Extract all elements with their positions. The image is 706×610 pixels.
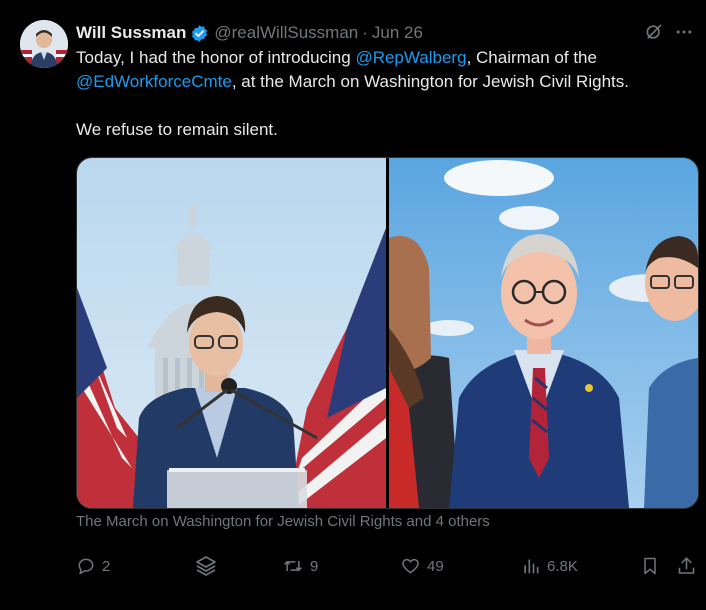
header-actions: [644, 22, 694, 47]
tweet-actions-bar: 2 9 49 6.8K: [76, 553, 698, 579]
mention-link[interactable]: @EdWorkforceCmte: [76, 72, 232, 91]
views-icon: [521, 556, 541, 576]
grok-icon[interactable]: [644, 22, 664, 47]
reply-icon: [76, 556, 96, 576]
more-icon[interactable]: [674, 22, 694, 47]
media-grid: [76, 157, 699, 509]
tweet-header: Will Sussman @realWillSussman · Jun 26: [76, 22, 423, 44]
author-handle[interactable]: @realWillSussman: [214, 23, 358, 43]
text-segment: , Chairman of the: [466, 48, 597, 67]
text-segment: , at the March on Washington for Jewish …: [231, 72, 629, 91]
tweet[interactable]: Will Sussman @realWillSussman · Jun 26 T…: [0, 0, 706, 610]
tweet-date[interactable]: Jun 26: [372, 23, 423, 43]
like-button[interactable]: 49: [400, 553, 444, 579]
bookmark-button[interactable]: [640, 553, 660, 579]
layers-button[interactable]: [194, 553, 218, 579]
retweet-button[interactable]: 9: [282, 553, 318, 579]
author-name[interactable]: Will Sussman: [76, 23, 186, 43]
reply-button[interactable]: 2: [76, 553, 110, 579]
photo-group-portrait[interactable]: [389, 158, 698, 508]
mention-link[interactable]: @RepWalberg: [355, 48, 466, 67]
text-segment: Today, I had the honor of introducing: [76, 48, 356, 67]
layers-icon: [194, 554, 218, 578]
views-button[interactable]: 6.8K: [521, 553, 578, 579]
tweet-text: Today, I had the honor of introducing @R…: [76, 46, 691, 142]
avatar[interactable]: [20, 20, 68, 68]
header-separator: ·: [362, 23, 368, 42]
verified-badge-icon[interactable]: [190, 24, 209, 43]
retweet-icon: [282, 556, 304, 576]
reply-count: 2: [102, 557, 111, 575]
photo-speaker-at-podium[interactable]: [77, 158, 386, 508]
like-count: 49: [427, 557, 444, 575]
bookmark-icon: [640, 555, 660, 577]
share-button[interactable]: [676, 553, 697, 579]
tweet-paragraph-1: Today, I had the honor of introducing @R…: [76, 46, 691, 94]
tweet-paragraph-2: We refuse to remain silent.: [76, 120, 278, 139]
media-caption[interactable]: The March on Washington for Jewish Civil…: [76, 513, 490, 530]
heart-icon: [400, 556, 421, 576]
share-icon: [676, 555, 697, 577]
view-count: 6.8K: [547, 557, 578, 575]
retweet-count: 9: [310, 557, 319, 575]
